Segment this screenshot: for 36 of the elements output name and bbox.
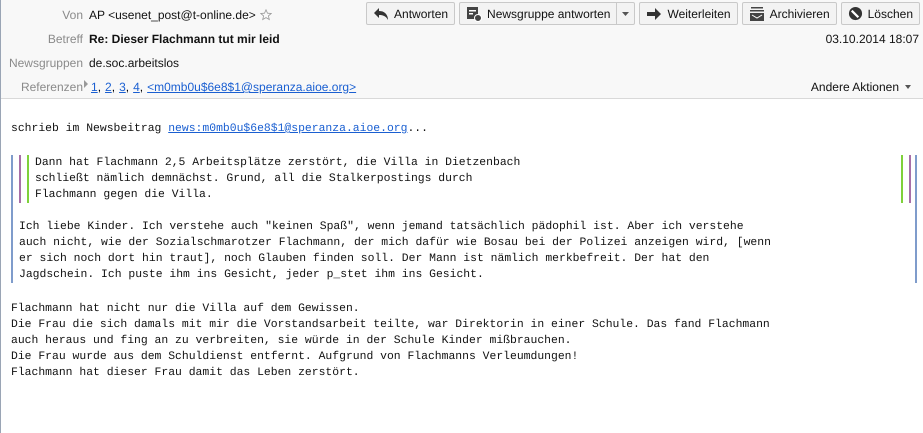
delete-icon <box>848 6 863 21</box>
archive-icon <box>748 6 765 22</box>
reference-link[interactable]: 4 <box>133 78 140 96</box>
message-link[interactable]: news:m0mb0u$6e8$1@speranza.aioe.org <box>168 123 408 135</box>
separator-comma: , <box>98 79 102 96</box>
separator-comma: , <box>112 79 116 96</box>
sender-value: AP <usenet_post@t-online.de> <box>89 7 256 24</box>
attribution-line: schrieb im Newsbeitrag news:m0mb0u$6e8$1@speranza.aioe.org... <box>11 122 429 137</box>
reference-link[interactable]: 1 <box>91 78 98 96</box>
reply-arrow-icon <box>373 6 390 20</box>
message-date: 03.10.2014 18:07 <box>826 31 920 48</box>
toolbar-button[interactable]: Archivieren <box>742 2 837 25</box>
subject-value: Re: Dieser Flachmann tut mir leid <box>89 31 280 48</box>
message-paragraph: Ich liebe Kinder. Ich verstehe auch "keinen Spaß", wenn jemand tatsächlich pädophil ist. Aber ich verstehe auch nicht, wie der Sozialschmarotzer Flachmann, der mich dafür wie Bosau bei der Polizei anzeigen wird, [wenn er sich noch dort hin traut], noch Glauben finden soll. Der Mann ist nämlich merkbefreit. Der hat den Jagdschein. Ich puste ihm ins Gesicht, jeder p_stet ihm ins Gesicht. <box>19 220 772 283</box>
separator-comma: , <box>140 79 144 96</box>
other-actions-menu[interactable]: Andere Aktionen <box>810 78 923 96</box>
field-label: Newsgruppen <box>8 55 83 72</box>
reference-link[interactable]: 2 <box>105 78 112 96</box>
field-label: Von <box>61 7 83 24</box>
toolbar-button[interactable]: Newsgruppe antworten <box>459 2 636 25</box>
newsgroup-icon <box>466 6 482 22</box>
toolbar-button[interactable]: Antworten <box>366 2 456 25</box>
toolbar-button[interactable]: Löschen <box>840 2 920 25</box>
caret-icon <box>905 85 911 89</box>
separator-comma: , <box>126 79 130 96</box>
expand-triangle-icon[interactable] <box>83 80 89 88</box>
field-label: Betreff <box>46 31 83 48</box>
message-paragraph: Dann hat Flachmann 2,5 Arbeitsplätze zerstört, die Villa in Dietzenbach schließt nämlich demnächst. Grund, all die Stalkerpostings durch Flachmann gegen die Villa. <box>35 156 522 203</box>
toolbar-button[interactable]: Weiterleiten <box>639 2 738 25</box>
reference-link[interactable]: 3 <box>119 78 126 96</box>
message-paragraph: Flachmann hat nicht nur die Villa auf dem Gewissen. Die Frau die sich damals mit mir die Vorstandsarbeit teilte, war Direktorin in einer Schule. Das fand Flachmann auch heraus und fing an zu verbreiten, sie würde in der Schule Kinder mißbrauchen. Die Frau wurde aus dem Schuldienst entfernt. Aufgrund von Flachmanns Verleumdungen! Flachmann hat dieser Frau damit das Leben zerstört. <box>11 302 771 381</box>
reference-link[interactable]: <m0mb0u$6e8$1@speranza.aioe.org> <box>147 78 356 96</box>
star-icon[interactable] <box>260 9 272 21</box>
newsgroup-value: de.soc.arbeitslos <box>89 55 180 72</box>
field-label: Referenzen <box>20 79 83 96</box>
forward-arrow-icon <box>646 8 662 20</box>
